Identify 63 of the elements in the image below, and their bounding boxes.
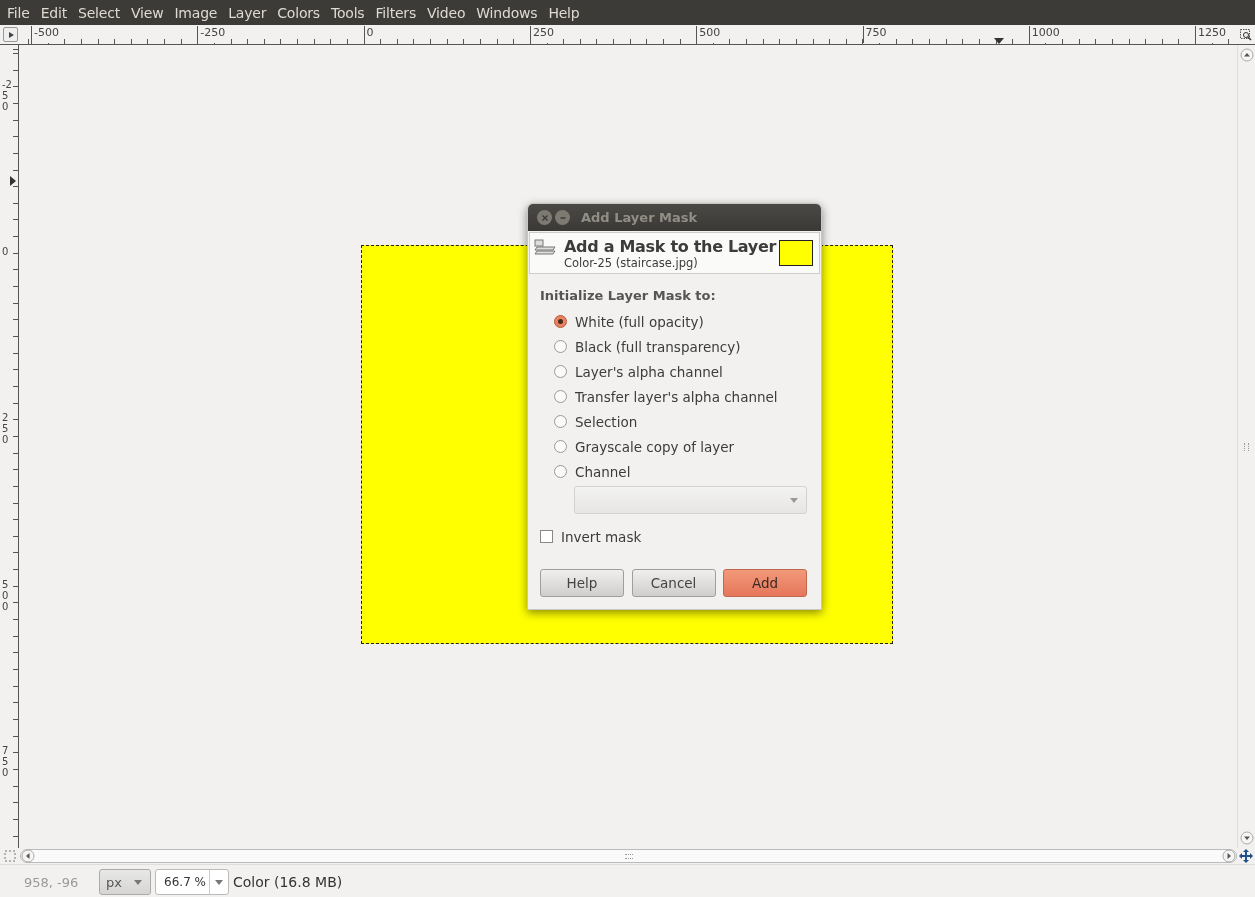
ruler-label: 500 xyxy=(696,26,721,43)
caret-icon xyxy=(790,497,798,503)
menu-item[interactable]: Filters xyxy=(375,4,425,21)
pointer-marker-icon xyxy=(10,176,16,186)
scroll-right-icon[interactable] xyxy=(1222,849,1236,863)
menu-item[interactable]: Tools xyxy=(330,4,373,21)
radio-option[interactable]: White (full opacity) xyxy=(540,309,807,334)
radio-option[interactable]: Selection xyxy=(540,409,807,434)
menu-item[interactable]: View xyxy=(130,4,172,21)
dialog-button[interactable]: Cancel xyxy=(631,569,716,597)
menu-item[interactable]: Colors xyxy=(277,4,328,21)
quick-mask-icon[interactable] xyxy=(4,850,16,862)
ruler-toggle-button[interactable] xyxy=(3,27,18,42)
ruler-label: -500 xyxy=(31,26,59,43)
image-info: Color (16.8 MB) xyxy=(233,874,343,890)
ruler-label: -250 xyxy=(2,79,12,112)
dialog-button[interactable]: Help xyxy=(540,569,624,597)
pointer-coordinates: 958, -96 xyxy=(24,874,80,890)
radio-option[interactable]: Transfer layer's alpha channel xyxy=(540,384,807,409)
menu-item[interactable]: Select xyxy=(77,4,128,21)
scroll-left-icon[interactable] xyxy=(21,849,35,863)
ruler-label: 1250 xyxy=(1195,26,1227,43)
pointer-marker-icon xyxy=(994,38,1004,44)
layers-stack-icon xyxy=(534,239,556,257)
minimize-button[interactable] xyxy=(555,210,570,225)
ruler-label: 1000 xyxy=(1028,26,1060,43)
vertical-scrollbar[interactable] xyxy=(1237,45,1255,848)
dialog-heading: Add a Mask to the Layer xyxy=(564,236,778,256)
magnifier-icon xyxy=(1240,28,1252,41)
invert-mask-checkbox[interactable]: Invert mask xyxy=(540,524,807,549)
menu-item[interactable]: Video xyxy=(427,4,474,21)
menu-item[interactable]: File xyxy=(7,4,38,21)
radio-option[interactable]: Layer's alpha channel xyxy=(540,359,807,384)
close-button[interactable] xyxy=(537,210,552,225)
close-icon xyxy=(540,213,549,222)
radio-option[interactable]: Channel xyxy=(540,459,807,484)
layer-thumbnail xyxy=(779,240,813,266)
caret-icon xyxy=(215,879,223,885)
caret-icon xyxy=(134,879,142,885)
unit-value: px xyxy=(106,874,122,890)
menu-item[interactable]: Layer xyxy=(228,4,275,21)
ruler-label: 250 xyxy=(529,26,554,43)
horizontal-scrollbar[interactable] xyxy=(20,849,1237,863)
navigate-move-icon[interactable] xyxy=(1239,849,1253,863)
window-title: Add Layer Mask xyxy=(581,210,698,225)
zoom-field[interactable]: 66.7 % xyxy=(156,870,210,894)
menu-item[interactable]: Windows xyxy=(476,4,546,21)
zoom-combo[interactable]: 66.7 % xyxy=(155,869,229,895)
ruler-label: -250 xyxy=(197,26,226,43)
scroll-down-icon[interactable] xyxy=(1239,831,1254,845)
dialog-button[interactable]: Add xyxy=(723,569,807,597)
layer-name: Color-25 (staircase.jpg) xyxy=(564,255,699,270)
scroll-up-icon[interactable] xyxy=(1239,48,1254,62)
menu-item[interactable]: Help xyxy=(548,4,588,21)
unit-dropdown[interactable]: px xyxy=(99,869,151,895)
scroll-grip-icon[interactable] xyxy=(1244,442,1249,451)
radio-option[interactable]: Black (full transparency) xyxy=(540,334,807,359)
menu-item[interactable]: Edit xyxy=(40,4,75,21)
menu-item[interactable]: Image xyxy=(174,4,226,21)
scroll-grip-icon[interactable] xyxy=(624,853,633,859)
ruler-label: 750 xyxy=(862,26,887,43)
radio-option[interactable]: Grayscale copy of layer xyxy=(540,434,807,459)
section-label: Initialize Layer Mask to: xyxy=(540,288,717,303)
